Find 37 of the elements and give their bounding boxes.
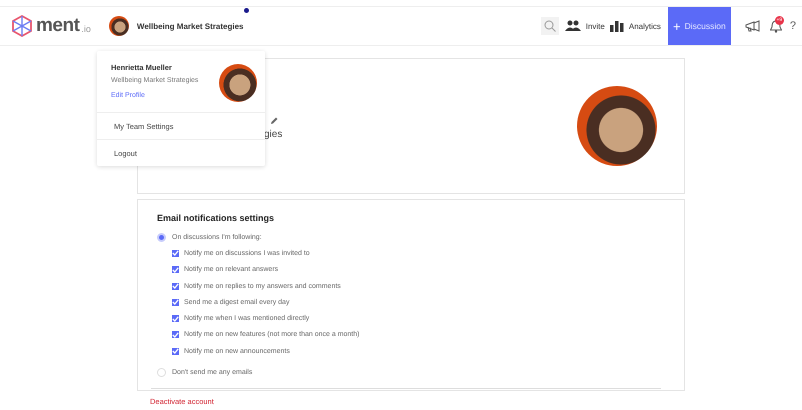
logo-text: ment bbox=[36, 15, 80, 37]
checkmark-icon bbox=[172, 283, 179, 290]
checkbox[interactable] bbox=[172, 298, 179, 306]
checkmark-icon bbox=[172, 316, 179, 322]
pencil-icon bbox=[270, 116, 278, 124]
checkbox[interactable] bbox=[172, 250, 179, 257]
bar-chart-icon bbox=[610, 20, 624, 32]
checkbox[interactable] bbox=[172, 266, 179, 274]
avatar-circle bbox=[219, 64, 257, 102]
invite-link[interactable]: Invite bbox=[564, 20, 605, 32]
team-name-text: gies bbox=[264, 128, 282, 140]
megaphone-icon bbox=[744, 20, 761, 32]
checkbox[interactable] bbox=[172, 331, 179, 338]
avatar-circle[interactable] bbox=[108, 16, 129, 36]
team-name[interactable]: Wellbeing Market Strategies bbox=[136, 22, 244, 30]
announcements-button[interactable] bbox=[744, 20, 761, 32]
checkmark-icon bbox=[172, 266, 179, 273]
logo-link[interactable]: ment.io bbox=[10, 14, 91, 38]
bell-icon bbox=[770, 20, 782, 32]
section-title: Email notifications settings bbox=[157, 213, 276, 223]
radio-button[interactable] bbox=[157, 232, 166, 242]
analytics-link[interactable]: Analytics bbox=[610, 20, 661, 32]
checkbox[interactable] bbox=[172, 315, 179, 322]
checkmark-icon bbox=[172, 299, 179, 306]
cube-logo-icon bbox=[10, 14, 34, 38]
checkbox[interactable] bbox=[172, 282, 179, 290]
people-icon bbox=[564, 20, 581, 32]
new-discussion-button[interactable]: + Discussion bbox=[668, 7, 731, 45]
search-button[interactable] bbox=[540, 17, 559, 35]
logo-suffix: .io bbox=[81, 24, 91, 34]
help-button[interactable]: ? bbox=[790, 20, 796, 32]
checkbox[interactable] bbox=[172, 348, 179, 355]
search-icon bbox=[544, 20, 556, 32]
checkmark-icon bbox=[172, 332, 179, 338]
checkmark-icon bbox=[172, 250, 179, 256]
checkmark-icon bbox=[172, 348, 179, 354]
radio-button[interactable] bbox=[157, 368, 166, 378]
